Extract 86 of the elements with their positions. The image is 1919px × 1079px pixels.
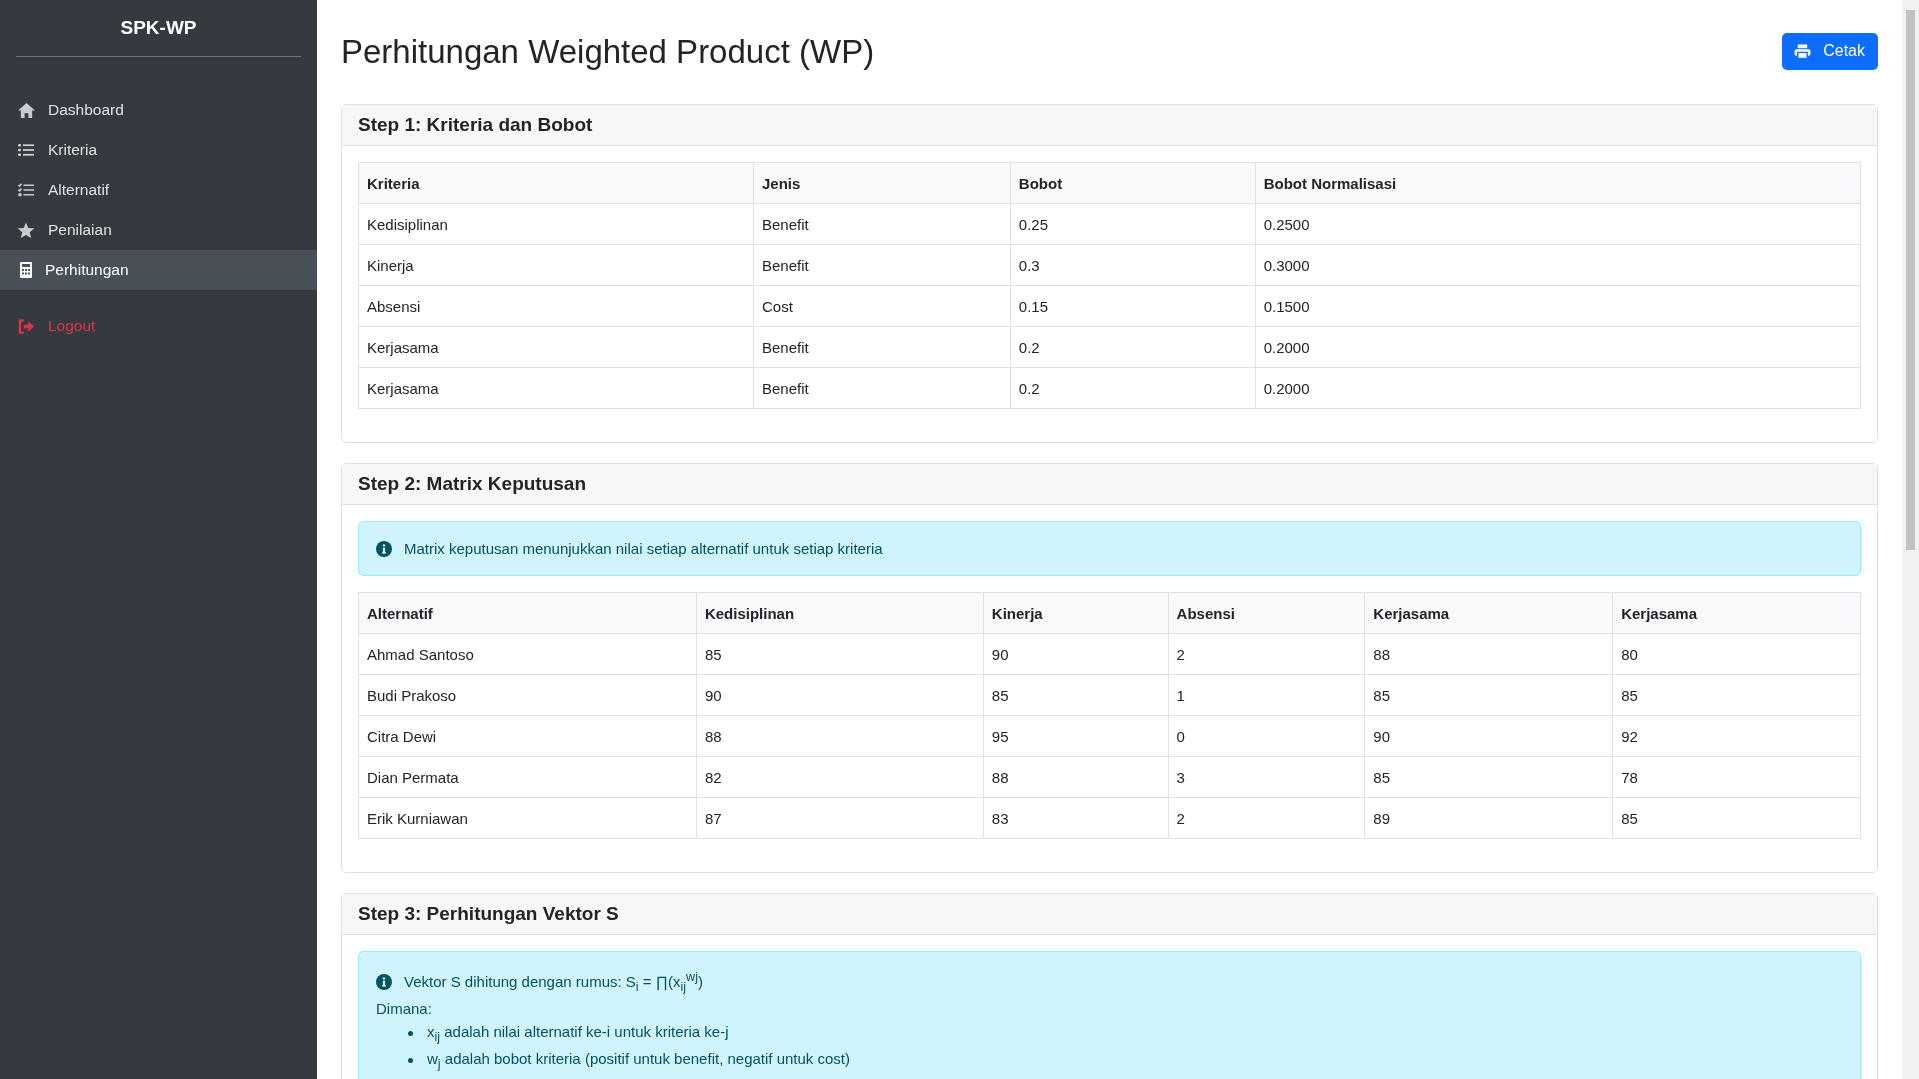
table-cell: Dian Permata: [358, 756, 697, 798]
checklist-icon: [16, 183, 36, 197]
print-button[interactable]: Cetak: [1782, 32, 1878, 70]
star-icon: [16, 221, 36, 239]
table-cell: 2: [1168, 797, 1365, 839]
table-cell: Benefit: [753, 326, 1011, 368]
brand-title: SPK-WP: [119, 16, 198, 40]
logout-icon: [16, 318, 36, 334]
table-cell: 85: [1612, 797, 1861, 839]
table-cell: 0.15: [1010, 285, 1256, 327]
alert-text: Dimana:: [376, 1000, 433, 1017]
list-icon: [16, 143, 36, 157]
table-cell: 2: [1168, 633, 1365, 675]
table-cell: 89: [1364, 797, 1613, 839]
home-icon: [16, 101, 36, 119]
sidebar-item[interactable]: Kriteria: [0, 130, 317, 170]
table-cell: Budi Prakoso: [358, 674, 697, 716]
alert-text: Vektor S dihitung dengan rumus: S$_{i}$ = ∏(x$_{ij}$$^{wj}$): [404, 970, 703, 994]
sidebar-item[interactable]: Alternatif: [0, 170, 317, 210]
column-header: Absensi: [1168, 592, 1365, 634]
table-cell: 82: [696, 756, 984, 798]
table-cell: 85: [1364, 674, 1613, 716]
table-cell: 85: [983, 674, 1169, 716]
printer-icon: [1794, 43, 1812, 59]
table-cell: Ahmad Santoso: [358, 633, 697, 675]
table-cell: 85: [1364, 756, 1613, 798]
table-cell: 0.2: [1010, 326, 1256, 368]
table-cell: 3: [1168, 756, 1365, 798]
table-cell: Benefit: [753, 367, 1011, 409]
card-header: Step 1: Kriteria dan Bobot: [342, 105, 1877, 146]
info-icon: [376, 540, 392, 557]
table-cell: Absensi: [358, 285, 754, 327]
column-header: Kerjasama: [1612, 592, 1861, 634]
table-cell: 0.2500: [1255, 203, 1861, 245]
table-cell: 80: [1612, 633, 1861, 675]
list-item: x$_{ij}$ adalah nilai alternatif ke-i untuk kriteria ke-j: [427, 1023, 729, 1044]
table-cell: 0.2: [1010, 367, 1256, 409]
sidebar-item[interactable]: Dashboard: [0, 90, 317, 130]
table-cell: 90: [983, 633, 1169, 675]
table-cell: Benefit: [753, 203, 1011, 245]
table-cell: 0.3000: [1255, 244, 1861, 286]
table-cell: 85: [1612, 674, 1861, 716]
table-cell: Kerjasama: [358, 326, 754, 368]
column-header: Kriteria: [358, 162, 754, 204]
table-cell: 78: [1612, 756, 1861, 798]
sidebar-item[interactable]: Perhitungan: [0, 250, 317, 290]
table-cell: 95: [983, 715, 1169, 757]
column-header: Bobot Normalisasi: [1255, 162, 1861, 204]
table-cell: 1: [1168, 674, 1365, 716]
alert-text: Matrix keputusan menunjukkan nilai setiap alternatif untuk setiap kriteria: [404, 540, 883, 557]
list-item: w$_{j}$ adalah bobot kriteria (positif untuk benefit, negatif untuk cost): [427, 1050, 851, 1071]
bullet-icon: [408, 1031, 413, 1036]
column-header: Jenis: [753, 162, 1011, 204]
column-header: Bobot: [1010, 162, 1256, 204]
column-header: Kinerja: [983, 592, 1169, 634]
table-cell: Kinerja: [358, 244, 754, 286]
table-cell: Kerjasama: [358, 367, 754, 409]
table-cell: 0: [1168, 715, 1365, 757]
table-cell: 0.1500: [1255, 285, 1861, 327]
page-title: Perhitungan Weighted Product (WP): [341, 33, 875, 71]
table-cell: 88: [696, 715, 984, 757]
table-cell: Kedisiplinan: [358, 203, 754, 245]
table-cell: Erik Kurniawan: [358, 797, 697, 839]
card-header: Step 2: Matrix Keputusan: [342, 464, 1877, 505]
card-header: Step 3: Perhitungan Vektor S: [342, 894, 1877, 935]
table-cell: 0.25: [1010, 203, 1256, 245]
table-cell: 88: [1364, 633, 1613, 675]
table-cell: Benefit: [753, 244, 1011, 286]
info-icon: [376, 974, 392, 990]
table-cell: 88: [983, 756, 1169, 798]
table-cell: 83: [983, 797, 1169, 839]
sidebar-item[interactable]: Penilaian: [0, 210, 317, 250]
table-cell: 0.3: [1010, 244, 1256, 286]
table-cell: 90: [696, 674, 984, 716]
column-header: Kedisiplinan: [696, 592, 984, 634]
table-cell: 87: [696, 797, 984, 839]
column-header: Kerjasama: [1364, 592, 1613, 634]
table-cell: 85: [696, 633, 984, 675]
table-cell: 90: [1364, 715, 1613, 757]
table-cell: 92: [1612, 715, 1861, 757]
column-header: Alternatif: [358, 592, 697, 634]
table-cell: 0.2000: [1255, 367, 1861, 409]
table-cell: Cost: [753, 285, 1011, 327]
bullet-icon: [408, 1058, 413, 1063]
table-cell: Citra Dewi: [358, 715, 697, 757]
table-cell: 0.2000: [1255, 326, 1861, 368]
